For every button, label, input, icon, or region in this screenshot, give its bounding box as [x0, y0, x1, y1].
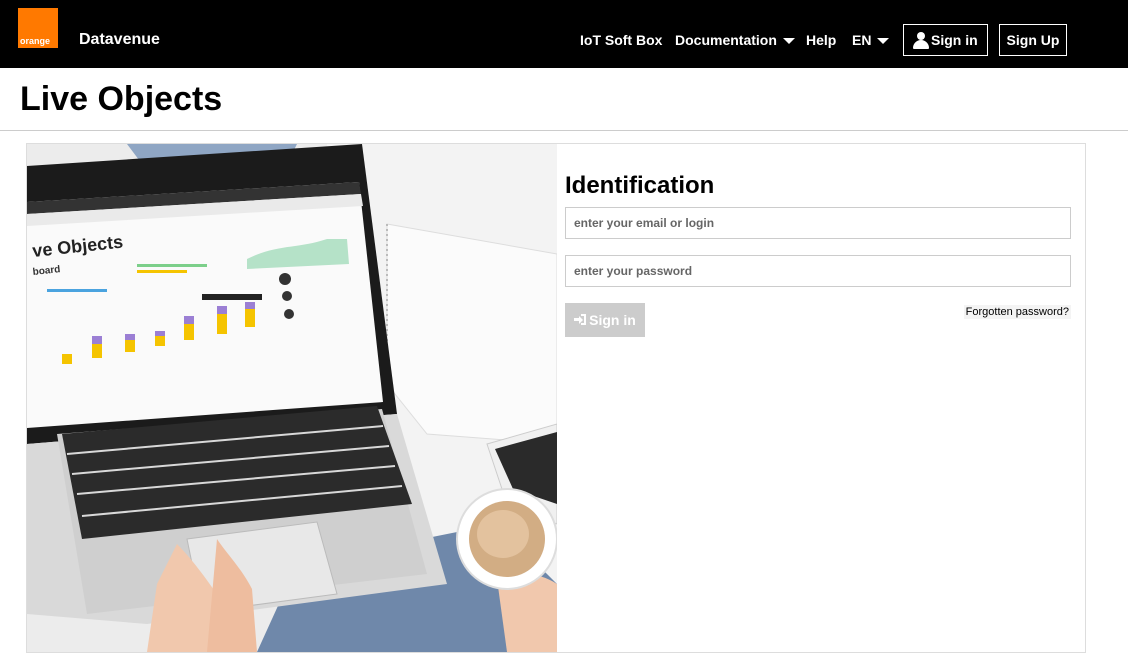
hero-image: ve Objects board — [27, 144, 557, 652]
header-sign-up-button[interactable]: Sign Up — [999, 24, 1067, 56]
sign-in-icon — [574, 314, 587, 326]
nav-documentation[interactable]: Documentation — [675, 32, 795, 48]
login-card: ve Objects board Identification Sign in … — [26, 143, 1086, 653]
laptop-illustration: ve Objects board — [27, 144, 557, 652]
user-icon — [913, 32, 929, 49]
nav-iot-soft-box[interactable]: IoT Soft Box — [580, 32, 662, 48]
chevron-down-icon — [877, 38, 890, 45]
login-form: Identification Sign in Forgotten passwor… — [565, 144, 1071, 652]
header-sign-in-button[interactable]: Sign in — [903, 24, 988, 56]
language-label: EN — [852, 32, 872, 48]
nav-documentation-label: Documentation — [675, 32, 777, 48]
email-field[interactable] — [565, 207, 1071, 239]
top-navbar: orange Datavenue IoT Soft Box Documentat… — [0, 0, 1128, 68]
forgot-password-link[interactable]: Forgotten password? — [963, 305, 1071, 319]
main-nav: IoT Soft Box Documentation Help EN Sign … — [0, 0, 1128, 68]
nav-help[interactable]: Help — [806, 32, 836, 48]
identification-title: Identification — [565, 172, 715, 199]
header-sign-up-label: Sign Up — [1006, 32, 1060, 48]
sign-in-label: Sign in — [589, 312, 636, 328]
chevron-down-icon — [782, 38, 795, 45]
header-divider — [0, 130, 1128, 131]
language-selector[interactable]: EN — [852, 32, 890, 48]
page-title: Live Objects — [20, 80, 223, 118]
sign-in-button[interactable]: Sign in — [565, 303, 645, 337]
password-field[interactable] — [565, 255, 1071, 287]
nav-help-label: Help — [806, 32, 837, 48]
nav-iot-soft-box-label: IoT Soft Box — [580, 32, 663, 48]
header-sign-in-label: Sign in — [931, 32, 978, 48]
